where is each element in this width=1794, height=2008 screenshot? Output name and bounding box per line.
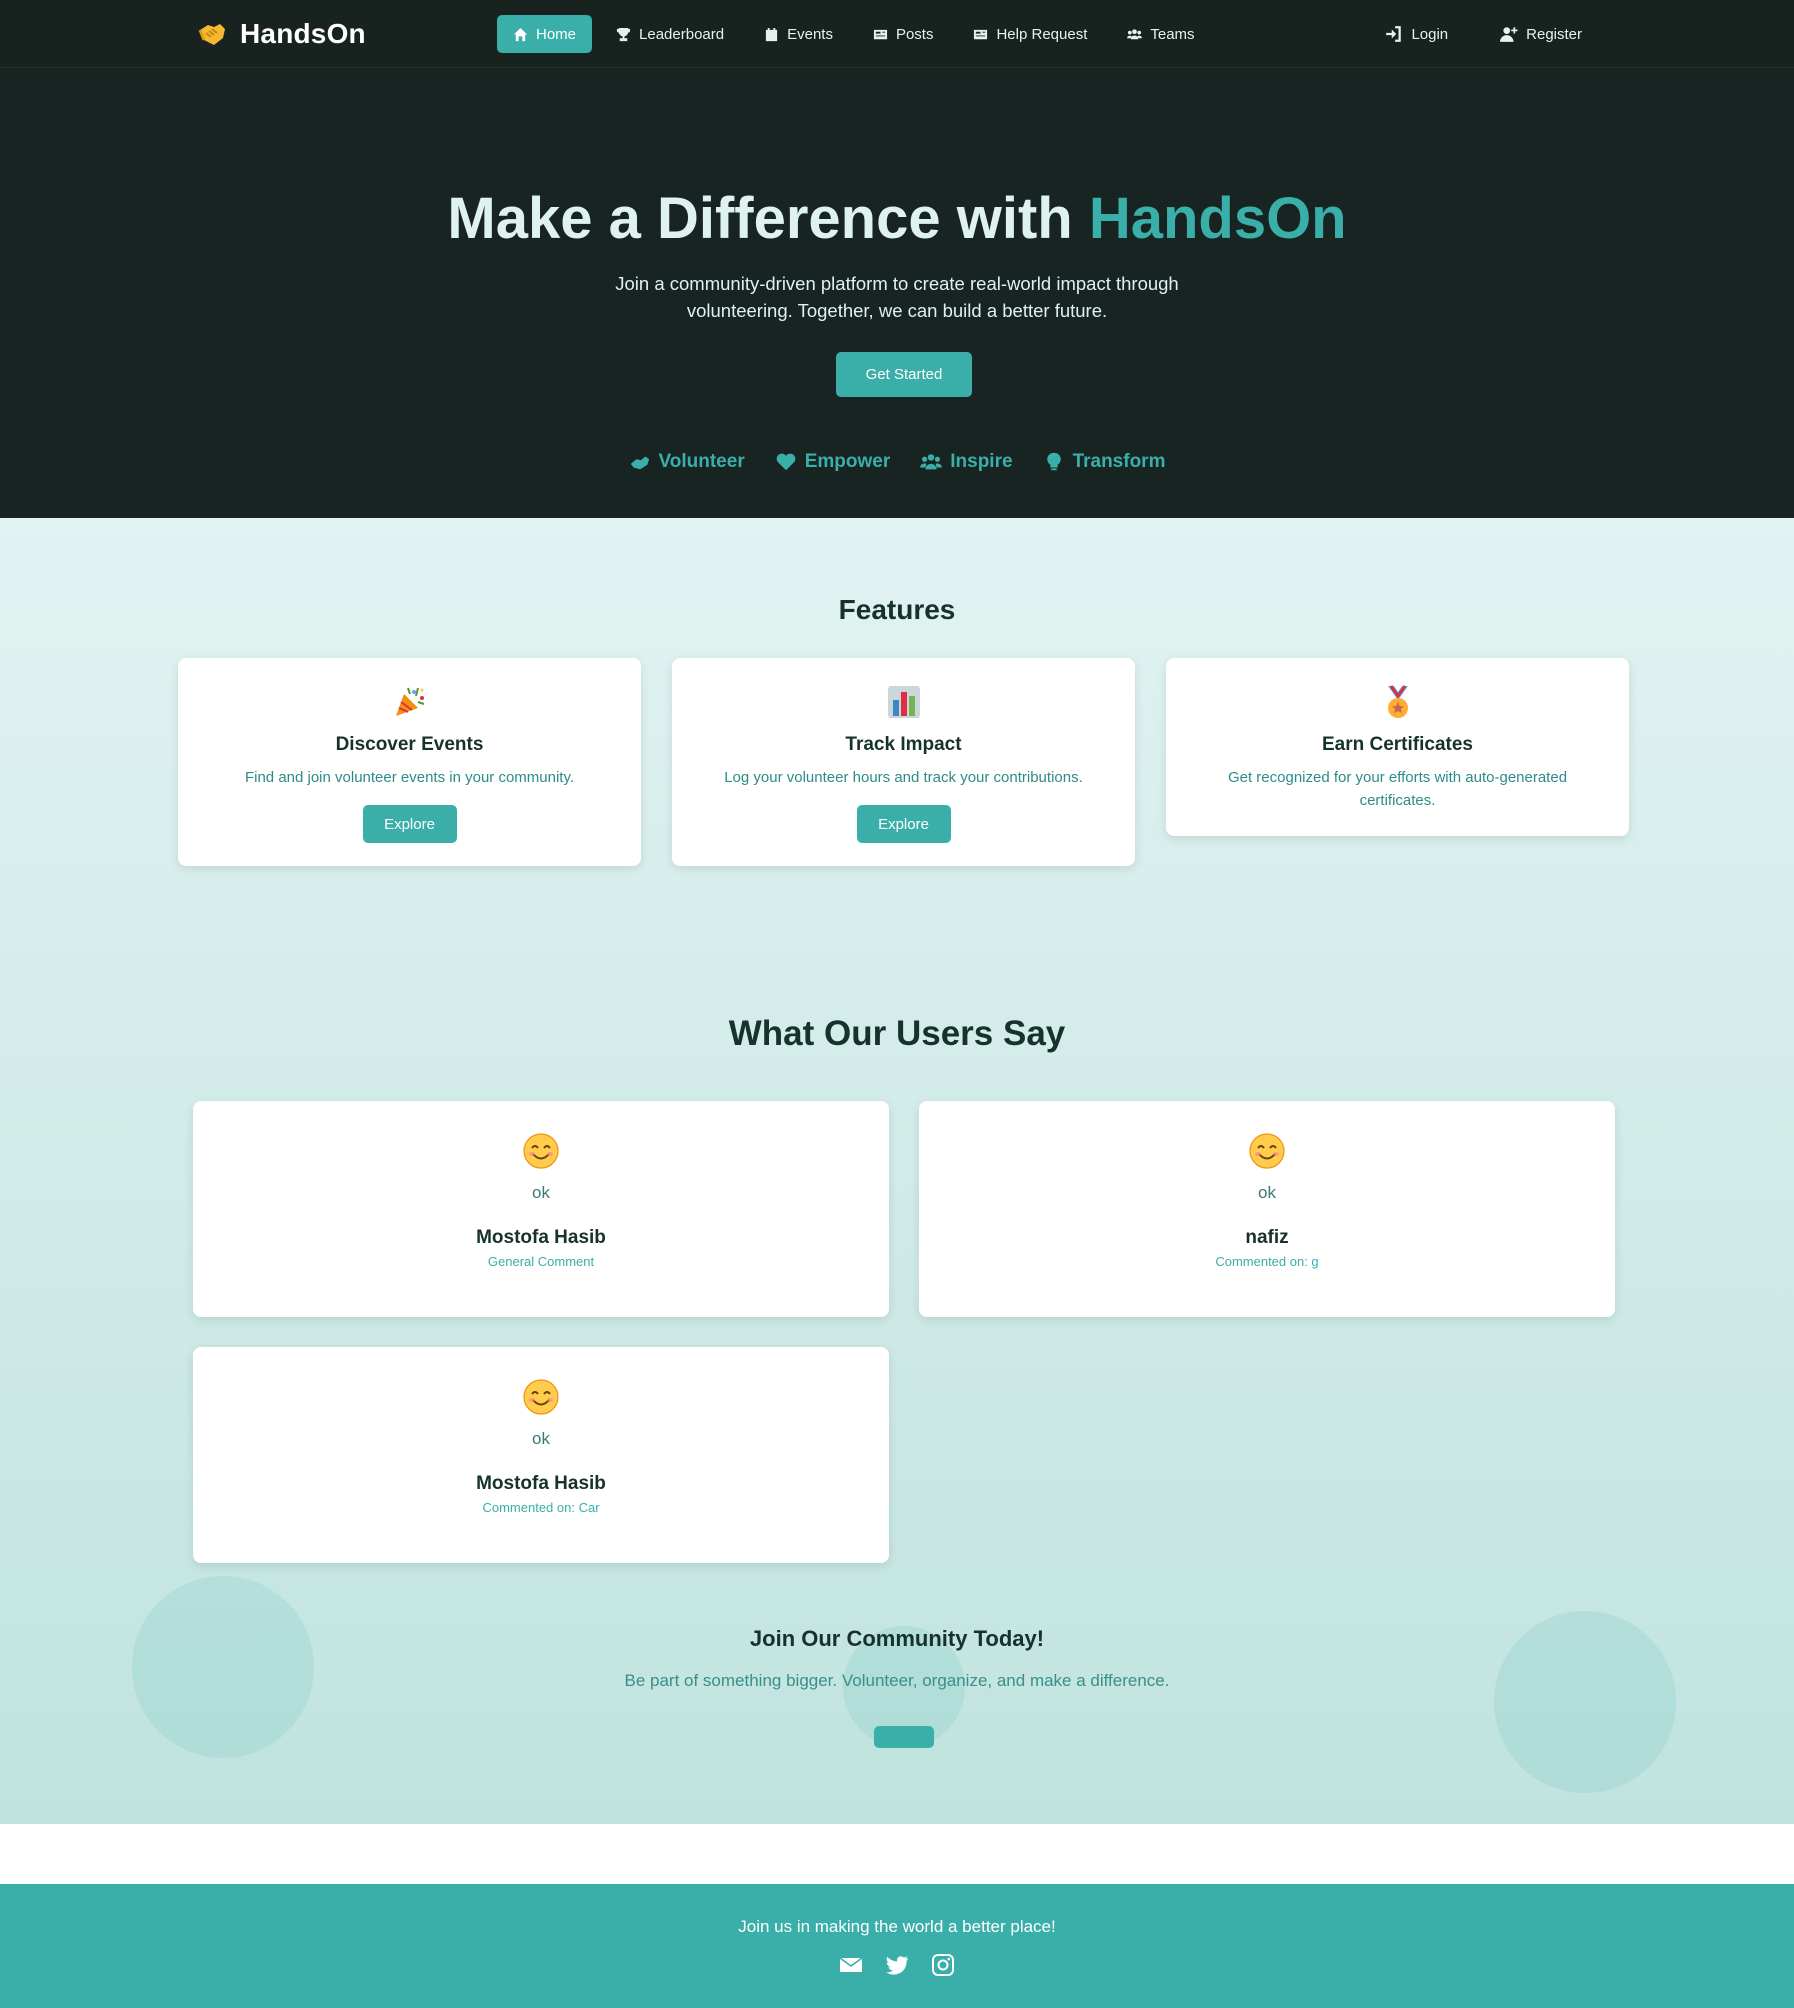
- brand-logo[interactable]: HandsOn: [196, 18, 366, 50]
- smiling-face-icon: [919, 1133, 1615, 1169]
- nav-label-help-request: Help Request: [996, 25, 1088, 43]
- brand-name: HandsOn: [240, 18, 366, 49]
- feature-card-earn-certificates: Earn Certificates Get recognized for you…: [1166, 658, 1629, 836]
- testimonial-meta: Commented on: Car: [482, 1500, 600, 1515]
- nav-item-leaderboard[interactable]: Leaderboard: [600, 15, 740, 53]
- testimonial-card: ok Mostofa Hasib Commented on: Car: [193, 1347, 889, 1563]
- user-plus-icon: [1500, 27, 1518, 42]
- join-subtitle: Be part of something bigger. Volunteer, …: [624, 1671, 1170, 1690]
- envelope-icon[interactable]: [839, 1953, 863, 1977]
- login-label: Login: [1411, 25, 1449, 43]
- feature-title: Track Impact: [845, 734, 962, 755]
- footer-text: Join us in making the world a better pla…: [738, 1917, 1056, 1936]
- auth-links: Login Register: [1369, 15, 1598, 53]
- sign-in-icon: [1386, 26, 1402, 42]
- pillar-empower: Empower: [775, 451, 891, 473]
- hero-title-accent: HandsOn: [1088, 186, 1347, 251]
- hero-title-prefix: Make a Difference with: [447, 186, 1073, 251]
- calendar-icon: [765, 27, 778, 41]
- users-icon: [920, 454, 943, 470]
- hands-helping-icon: [630, 456, 649, 470]
- get-started-button[interactable]: Get Started: [836, 352, 972, 397]
- register-label: Register: [1526, 25, 1582, 43]
- nav-label-home: Home: [536, 25, 577, 43]
- nav-item-posts[interactable]: Posts: [857, 15, 950, 53]
- hero-subtitle: Join a community-driven platform to crea…: [615, 273, 1179, 321]
- decorative-circle: [132, 1576, 314, 1758]
- trophy-icon: [616, 27, 631, 41]
- navbar: HandsOn Home Leaderboard Events Posts He…: [0, 0, 1794, 68]
- lightbulb-icon: [1046, 452, 1061, 471]
- testimonial-author: nafiz: [1245, 1227, 1289, 1248]
- testimonial-message: ok: [1258, 1183, 1276, 1202]
- explore-impact-button[interactable]: Explore: [856, 805, 951, 843]
- explore-events-button[interactable]: Explore: [362, 805, 457, 843]
- feature-card-track-impact: Track Impact Log your volunteer hours an…: [672, 658, 1135, 866]
- nav-label-leaderboard: Leaderboard: [639, 25, 725, 43]
- handshake-icon: [198, 24, 225, 45]
- feature-card-discover-events: Discover Events Find and join volunteer …: [178, 658, 641, 866]
- pillar-label: Transform: [1072, 451, 1166, 472]
- testimonial-card: ok Mostofa Hasib General Comment: [193, 1101, 889, 1317]
- instagram-icon[interactable]: [931, 1953, 955, 1977]
- nav-label-teams: Teams: [1150, 25, 1195, 43]
- nav-item-help-request[interactable]: Help Request: [957, 15, 1103, 53]
- heart-icon: [776, 453, 796, 471]
- feature-description: Find and join volunteer events in your c…: [244, 769, 575, 786]
- medal-icon: [1166, 684, 1629, 720]
- nav-item-teams[interactable]: Teams: [1111, 15, 1210, 53]
- testimonial-author: Mostofa Hasib: [476, 1227, 606, 1248]
- testimonials-title: What Our Users Say: [728, 1014, 1066, 1053]
- bar-chart-icon: [672, 684, 1135, 720]
- pillar-inspire: Inspire: [920, 451, 1013, 473]
- nav-item-home[interactable]: Home: [497, 15, 593, 53]
- features-title: Features: [838, 594, 956, 625]
- twitter-icon[interactable]: [885, 1953, 909, 1977]
- pillar-label: Inspire: [950, 451, 1013, 472]
- testimonial-message: ok: [532, 1429, 550, 1448]
- feature-title: Earn Certificates: [1321, 734, 1473, 755]
- smiling-face-icon: [193, 1133, 889, 1169]
- nav-links: Home Leaderboard Events Posts Help Reque…: [497, 15, 1211, 53]
- newspaper-icon: [873, 29, 888, 39]
- register-link[interactable]: Register: [1484, 15, 1598, 53]
- testimonial-message: ok: [532, 1183, 550, 1202]
- feature-description: Log your volunteer hours and track your …: [724, 769, 1083, 786]
- testimonial-meta: General Comment: [487, 1254, 595, 1269]
- feature-title: Discover Events: [335, 734, 484, 755]
- join-button[interactable]: [874, 1726, 934, 1748]
- pillar-volunteer: Volunteer: [629, 451, 745, 473]
- testimonial-author: Mostofa Hasib: [476, 1473, 606, 1494]
- testimonial-meta: Commented on: g: [1215, 1254, 1319, 1269]
- newspaper-icon: [974, 29, 988, 39]
- hero-section: Make a Difference with HandsOn Join a co…: [0, 68, 1794, 518]
- nav-item-events[interactable]: Events: [748, 15, 849, 53]
- join-title: Join Our Community Today!: [749, 1626, 1045, 1651]
- social-links: [0, 1953, 1794, 1977]
- login-link[interactable]: Login: [1369, 15, 1464, 53]
- testimonial-card: ok nafiz Commented on: g: [919, 1101, 1615, 1317]
- pillar-label: Empower: [804, 451, 891, 472]
- nav-label-posts: Posts: [895, 25, 934, 43]
- smiling-face-icon: [193, 1379, 889, 1415]
- home-icon: [513, 27, 528, 41]
- pillar-label: Volunteer: [658, 451, 745, 472]
- hero-pillars: Volunteer Empower Inspire Transform: [0, 451, 1794, 473]
- feature-description: Get recognized for your efforts with aut…: [1227, 769, 1568, 809]
- users-icon: [1127, 28, 1143, 39]
- party-popper-icon: [178, 684, 641, 720]
- pillar-transform: Transform: [1043, 451, 1166, 473]
- footer: Join us in making the world a better pla…: [0, 1884, 1794, 2008]
- hero-title: Make a Difference with HandsOn: [0, 185, 1794, 252]
- nav-label-events: Events: [787, 25, 833, 43]
